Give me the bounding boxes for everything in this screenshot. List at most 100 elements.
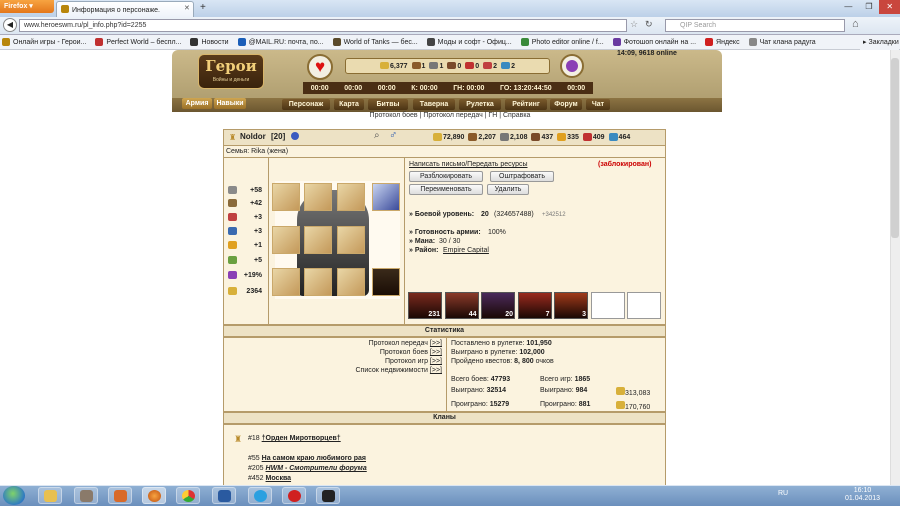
scrollbar-thumb[interactable] bbox=[891, 58, 899, 238]
stat-link-button[interactable]: [>>] bbox=[430, 358, 442, 365]
bookmark-star-icon[interactable]: ☆ bbox=[630, 19, 638, 30]
nav-tavern[interactable]: Таверна bbox=[413, 99, 455, 110]
bookmark-label: Новости bbox=[201, 38, 229, 46]
search-input[interactable]: QIP Search bbox=[665, 19, 845, 32]
clan-number: #18 bbox=[248, 435, 260, 442]
army-empty-slot[interactable] bbox=[590, 292, 625, 319]
stat-link-button[interactable]: [>>] bbox=[430, 340, 442, 347]
bookmark-item[interactable]: Perfect World – беспл... bbox=[95, 38, 181, 46]
firefox-menu-button[interactable]: Firefox ▾ bbox=[0, 0, 54, 13]
player-name[interactable]: Noldor bbox=[240, 132, 266, 141]
clock[interactable]: 16:10 01.04.2013 bbox=[840, 487, 885, 503]
nav-character[interactable]: Персонаж bbox=[282, 99, 330, 110]
timer: 00:00 bbox=[344, 84, 363, 92]
roulette-won-value: 102,000 bbox=[519, 349, 545, 356]
timer: ГО: 13:20:44:50 bbox=[499, 84, 552, 92]
clock-time: 16:10 bbox=[853, 487, 872, 494]
bookmark-label: Perfect World – беспл... bbox=[106, 38, 182, 46]
bookmark-item[interactable]: World of Tanks — бес... bbox=[332, 38, 418, 46]
nav-battles[interactable]: Битвы bbox=[368, 99, 408, 110]
army-unit-slot[interactable]: 231 bbox=[408, 292, 442, 319]
steam-taskbar-icon[interactable] bbox=[316, 487, 340, 504]
nav-skills[interactable]: Навыки bbox=[214, 98, 246, 109]
region-link[interactable]: Empire Capital bbox=[443, 247, 489, 254]
bookmark-item[interactable]: Новости bbox=[190, 38, 229, 46]
army-unit-slot[interactable]: 3 bbox=[554, 292, 588, 319]
reload-icon[interactable]: ↻ bbox=[645, 19, 653, 30]
army-empty-slot[interactable] bbox=[627, 292, 661, 319]
equip-slot-head[interactable] bbox=[304, 183, 332, 211]
bookmark-item[interactable]: Моды и софт - Офиц... bbox=[426, 38, 512, 46]
bookmark-label: World of Tanks — бес... bbox=[343, 38, 418, 46]
new-tab-button[interactable]: + bbox=[200, 2, 206, 13]
url-bar[interactable]: www.heroeswm.ru/pl_info.php?id=2255 bbox=[19, 19, 627, 32]
start-button[interactable] bbox=[3, 486, 25, 505]
nav-chat[interactable]: Чат bbox=[586, 99, 610, 110]
resource-item: 0 bbox=[447, 62, 461, 70]
equip-slot-weapon[interactable] bbox=[272, 226, 300, 254]
nav-army[interactable]: Армия bbox=[182, 98, 212, 109]
chrome-taskbar-icon[interactable] bbox=[176, 487, 200, 504]
minimize-button[interactable]: — bbox=[838, 0, 859, 14]
fine-button[interactable]: Оштрафовать bbox=[490, 171, 554, 182]
app-taskbar-icon[interactable] bbox=[74, 487, 98, 504]
back-button[interactable]: ◀ bbox=[3, 18, 17, 32]
bookmark-label: @MAIL.RU: почта, по... bbox=[248, 38, 324, 46]
maximize-button[interactable]: ❐ bbox=[859, 0, 880, 14]
write-letter-link[interactable]: Написать письмо/Передать ресурсы bbox=[409, 161, 528, 168]
bookmark-item[interactable]: Онлайн игры - Герои... bbox=[2, 38, 86, 46]
nav-forum[interactable]: Форум bbox=[550, 99, 582, 110]
clan-crest-icon: ♜ bbox=[229, 133, 237, 142]
nav-roulette[interactable]: Рулетка bbox=[459, 99, 501, 110]
stat-link-button[interactable]: [>>] bbox=[430, 367, 442, 374]
stat-link-button[interactable]: [>>] bbox=[430, 349, 442, 356]
clock-date: 01.04.2013 bbox=[844, 495, 881, 502]
bookmarks-menu-button[interactable]: ▸ Закладки bbox=[860, 35, 899, 50]
army-unit-slot[interactable]: 44 bbox=[444, 292, 479, 319]
tab-profile[interactable]: Информация о персонаже. bbox=[56, 1, 194, 17]
bookmarks-toolbar: Онлайн игры - Герои... Perfect World – бе… bbox=[0, 35, 900, 50]
skype-taskbar-icon[interactable] bbox=[248, 487, 272, 504]
opera-taskbar-icon[interactable] bbox=[282, 487, 306, 504]
clan-link[interactable]: Москва bbox=[266, 475, 292, 482]
bookmark-item[interactable]: Фотошоп онлайн на ... bbox=[612, 38, 696, 46]
firefox-taskbar-icon[interactable] bbox=[142, 487, 166, 504]
stat-row: 2364 bbox=[228, 287, 262, 295]
equip-slot-boots[interactable] bbox=[304, 268, 332, 296]
army-unit-slot[interactable]: 7 bbox=[517, 292, 552, 319]
magnifier-icon[interactable]: ⌕ bbox=[374, 130, 380, 141]
nav-rating[interactable]: Рейтинг bbox=[505, 99, 547, 110]
equip-slot-mount[interactable] bbox=[372, 268, 400, 296]
language-indicator[interactable]: RU bbox=[778, 490, 788, 497]
equip-slot-book[interactable] bbox=[372, 183, 400, 211]
army-unit-slot[interactable]: 20 bbox=[481, 292, 515, 319]
clan-link[interactable]: HWM - Смотрители форума bbox=[266, 465, 367, 472]
clan-link[interactable]: †Орден Миротворцев† bbox=[262, 435, 341, 442]
equip-slot-armor[interactable] bbox=[304, 226, 332, 254]
bookmark-item[interactable]: Photo editor online / f... bbox=[520, 38, 604, 46]
explorer-taskbar-icon[interactable] bbox=[38, 487, 62, 504]
unit-count: 7 bbox=[545, 311, 550, 318]
resource-icon bbox=[411, 62, 421, 69]
bookmark-item[interactable]: Яндекс bbox=[705, 38, 740, 46]
equip-slot-helmet[interactable] bbox=[272, 183, 300, 211]
nav-map[interactable]: Карта bbox=[334, 99, 364, 110]
sub-links[interactable]: Протокол боев | Протокол передач | ГН | … bbox=[300, 112, 600, 119]
media-taskbar-icon[interactable] bbox=[212, 487, 236, 504]
equip-slot-ring[interactable] bbox=[272, 268, 300, 296]
unblock-button[interactable]: Разблокировать bbox=[409, 171, 483, 182]
resource-icon bbox=[557, 133, 567, 141]
tab-close-icon[interactable]: ✕ bbox=[184, 4, 190, 12]
bookmark-item[interactable]: @MAIL.RU: почта, по... bbox=[237, 38, 324, 46]
bookmark-item[interactable]: Чат клана радуга bbox=[748, 38, 816, 46]
home-icon[interactable]: ⌂ bbox=[852, 18, 859, 30]
app-taskbar-icon[interactable] bbox=[108, 487, 132, 504]
equip-slot-shield[interactable] bbox=[337, 226, 365, 254]
close-window-button[interactable]: ✕ bbox=[879, 0, 900, 14]
delete-button[interactable]: Удалить bbox=[487, 184, 529, 195]
rename-button[interactable]: Переименовать bbox=[409, 184, 483, 195]
equip-slot-bow[interactable] bbox=[337, 268, 365, 296]
clan-link[interactable]: На самом краю любимого рая bbox=[262, 455, 366, 462]
resource-icon bbox=[468, 133, 478, 141]
equip-slot-amulet[interactable] bbox=[337, 183, 365, 211]
